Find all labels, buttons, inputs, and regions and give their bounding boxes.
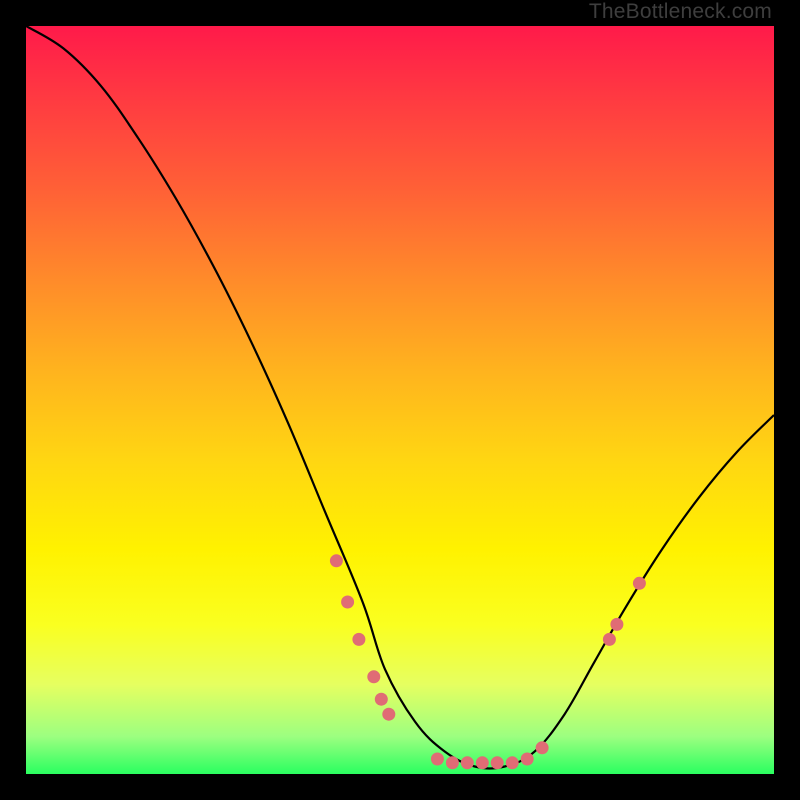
data-point-marker: [603, 633, 616, 646]
data-point-marker: [382, 708, 395, 721]
data-point-marker: [521, 753, 534, 766]
plot-area: [26, 26, 774, 774]
data-point-marker: [536, 741, 549, 754]
data-point-marker: [352, 633, 365, 646]
data-point-marker: [461, 756, 474, 769]
data-point-marker: [610, 618, 623, 631]
data-point-marker: [491, 756, 504, 769]
data-point-marker: [476, 756, 489, 769]
data-point-marker: [633, 577, 646, 590]
data-point-marker: [330, 554, 343, 567]
data-point-marker: [367, 670, 380, 683]
data-point-marker: [446, 756, 459, 769]
watermark-text: TheBottleneck.com: [589, 0, 772, 24]
bottleneck-curve: [26, 26, 774, 774]
data-point-marker: [341, 596, 354, 609]
data-point-marker: [431, 753, 444, 766]
chart-frame: TheBottleneck.com: [0, 0, 800, 800]
data-point-marker: [375, 693, 388, 706]
data-point-marker: [506, 756, 519, 769]
